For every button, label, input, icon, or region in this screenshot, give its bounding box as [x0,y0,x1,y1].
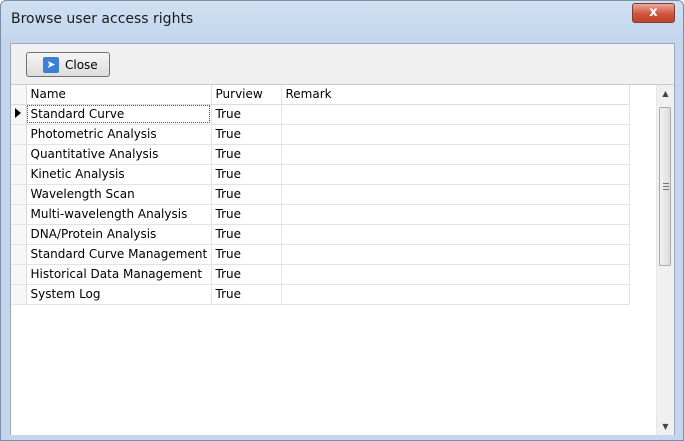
cell-purview[interactable]: True [211,144,282,165]
cell-name[interactable]: Standard Curve [26,104,212,125]
cell-purview[interactable]: True [211,164,282,185]
table-row[interactable]: Historical Data Management True [11,264,630,285]
row-selector[interactable] [11,184,27,205]
toolbar: ➤ Close [11,44,674,84]
cell-remark[interactable] [281,284,630,305]
row-selector[interactable] [11,144,27,165]
cell-purview[interactable]: True [211,124,282,145]
exit-run-icon: ➤ [43,56,59,73]
cell-name[interactable]: System Log [26,284,212,305]
cell-name[interactable]: Quantitative Analysis [26,144,212,165]
row-selector[interactable] [11,224,27,245]
close-button[interactable]: ➤ Close [26,52,110,77]
table-row[interactable]: Standard Curve True [11,104,630,125]
table-row[interactable]: Kinetic Analysis True [11,164,630,185]
access-rights-table: Name Purview Remark Standard Curve True [11,85,630,305]
column-header-name[interactable]: Name [26,85,212,105]
cell-name[interactable]: Kinetic Analysis [26,164,212,185]
scroll-down-arrow-icon[interactable]: ▼ [657,418,674,435]
cell-purview[interactable]: True [211,184,282,205]
table-row[interactable]: Quantitative Analysis True [11,144,630,165]
cell-name[interactable]: Multi-wavelength Analysis [26,204,212,225]
table-row[interactable]: Multi-wavelength Analysis True [11,204,630,225]
client-area: ➤ Close Name Purview Remark Standard Cur… [10,43,675,435]
thumb-grip-icon [663,183,669,190]
cell-remark[interactable] [281,164,630,185]
table-row[interactable]: Wavelength Scan True [11,184,630,205]
scrollbar-thumb[interactable] [659,107,671,266]
row-header-corner [11,85,27,105]
column-header-purview[interactable]: Purview [211,85,282,105]
row-selector[interactable] [11,104,27,125]
cell-name[interactable]: Historical Data Management [26,264,212,285]
cell-purview[interactable]: True [211,224,282,245]
row-selector[interactable] [11,264,27,285]
cell-purview[interactable]: True [211,264,282,285]
close-icon: x [649,5,658,20]
table-row[interactable]: System Log True [11,284,630,305]
cell-remark[interactable] [281,204,630,225]
scroll-up-arrow-icon[interactable]: ▲ [657,85,674,102]
title-bar[interactable]: Browse user access rights x [1,1,683,35]
table-header-row: Name Purview Remark [11,85,630,105]
cell-purview[interactable]: True [211,204,282,225]
browse-user-access-rights-window: Browse user access rights x ➤ Close Name [0,0,684,441]
cell-remark[interactable] [281,184,630,205]
access-rights-grid[interactable]: Name Purview Remark Standard Curve True [11,84,674,435]
table-row[interactable]: Photometric Analysis True [11,124,630,145]
cell-remark[interactable] [281,144,630,165]
cell-remark[interactable] [281,104,630,125]
column-header-remark[interactable]: Remark [281,85,630,105]
cell-name[interactable]: Photometric Analysis [26,124,212,145]
table-row[interactable]: DNA/Protein Analysis True [11,224,630,245]
vertical-scrollbar[interactable]: ▲ ▼ [656,85,674,435]
close-button-label: Close [65,57,98,72]
table-row[interactable]: Standard Curve Management True [11,244,630,265]
row-selector[interactable] [11,244,27,265]
cell-remark[interactable] [281,244,630,265]
window-title: Browse user access rights [11,11,194,27]
cell-purview[interactable]: True [211,244,282,265]
cell-remark[interactable] [281,264,630,285]
window-close-button[interactable]: x [632,3,675,23]
current-row-pointer-icon [15,108,21,118]
row-selector[interactable] [11,164,27,185]
cell-name[interactable]: Wavelength Scan [26,184,212,205]
cell-purview[interactable]: True [211,284,282,305]
cell-remark[interactable] [281,124,630,145]
cell-name[interactable]: Standard Curve Management [26,244,212,265]
cell-name[interactable]: DNA/Protein Analysis [26,224,212,245]
row-selector[interactable] [11,124,27,145]
row-selector[interactable] [11,284,27,305]
cell-remark[interactable] [281,224,630,245]
cell-purview[interactable]: True [211,104,282,125]
row-selector[interactable] [11,204,27,225]
